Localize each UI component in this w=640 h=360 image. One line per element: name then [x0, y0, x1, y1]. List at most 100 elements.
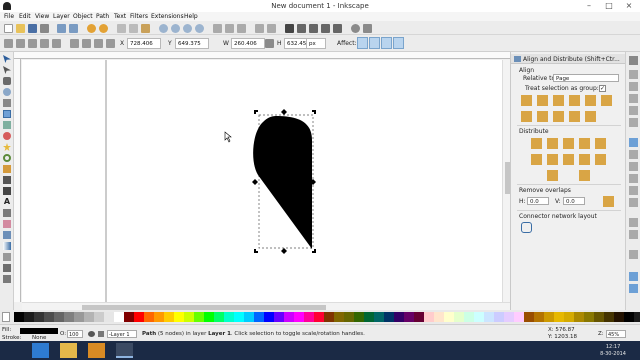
connector-layout-icon[interactable]	[521, 222, 532, 233]
align-bottom-to-top-icon[interactable]	[521, 111, 532, 122]
handle-bottom-right[interactable]	[312, 249, 316, 253]
color-swatch[interactable]	[104, 312, 114, 322]
selector-icon[interactable]	[3, 55, 11, 63]
duplicate-icon[interactable]	[213, 24, 222, 33]
distribute-centers-h-icon[interactable]	[547, 138, 558, 149]
import-icon[interactable]	[57, 24, 66, 33]
color-swatch[interactable]	[304, 312, 314, 322]
zoom-field[interactable]: 45%	[606, 330, 626, 338]
3d-box-icon[interactable]	[3, 121, 11, 129]
minimize-button[interactable]: –	[580, 0, 598, 12]
eraser-icon[interactable]	[3, 220, 11, 228]
color-swatch[interactable]	[534, 312, 544, 322]
menu-edit[interactable]: Edit	[19, 13, 31, 20]
align-bottom-edges-icon[interactable]	[569, 111, 580, 122]
snap-smooth-nodes-icon[interactable]	[629, 186, 638, 195]
color-swatch[interactable]	[234, 312, 244, 322]
color-swatch[interactable]	[554, 312, 564, 322]
color-swatch[interactable]	[294, 312, 304, 322]
save-icon[interactable]	[28, 24, 37, 33]
lock-layer-icon[interactable]	[98, 331, 104, 337]
color-swatch[interactable]	[494, 312, 504, 322]
distribute-left-edges-icon[interactable]	[531, 138, 542, 149]
mesh-icon[interactable]	[3, 253, 11, 261]
paste-icon[interactable]	[141, 24, 150, 33]
snap-intersections-icon[interactable]	[629, 162, 638, 171]
text-icon[interactable]: A	[3, 198, 11, 206]
color-swatch[interactable]	[84, 312, 94, 322]
snap-rotation-centers-icon[interactable]	[629, 230, 638, 239]
start-menu-icon[interactable]	[32, 343, 49, 358]
vertical-scrollbar[interactable]	[502, 60, 510, 302]
color-swatch[interactable]	[284, 312, 294, 322]
color-swatch[interactable]	[14, 312, 24, 322]
scale-corners-toggle[interactable]	[369, 37, 380, 49]
color-swatch[interactable]	[134, 312, 144, 322]
snap-bbox-icon[interactable]	[629, 70, 638, 79]
color-swatch[interactable]	[164, 312, 174, 322]
spray-icon[interactable]	[3, 209, 11, 217]
snap-bbox-edges-icon[interactable]	[629, 82, 638, 91]
color-swatch[interactable]	[474, 312, 484, 322]
selected-path[interactable]	[253, 116, 312, 249]
print-icon[interactable]	[40, 24, 49, 33]
color-swatch[interactable]	[364, 312, 374, 322]
relative-to-select[interactable]: Page	[553, 74, 619, 82]
snap-centers-icon[interactable]	[629, 218, 638, 227]
align-baseline-icon[interactable]	[601, 95, 612, 106]
unit-select[interactable]: px	[306, 38, 326, 49]
select-all-icon[interactable]	[4, 39, 13, 48]
canvas[interactable]	[22, 60, 502, 302]
menu-path[interactable]: Path	[96, 13, 109, 20]
color-swatch[interactable]	[44, 312, 54, 322]
snap-bbox-midpoints-icon[interactable]	[629, 106, 638, 115]
flip-vertical-icon[interactable]	[52, 39, 61, 48]
color-swatch[interactable]	[214, 312, 224, 322]
connector-icon[interactable]	[3, 275, 11, 283]
tweak-icon[interactable]	[3, 77, 11, 85]
hide-layer-icon[interactable]	[88, 331, 95, 337]
vertical-ruler[interactable]	[14, 59, 21, 302]
handle-top-right[interactable]	[312, 110, 316, 114]
align-top-to-bottom-icon[interactable]	[585, 111, 596, 122]
distribute-baselines-v-icon[interactable]	[595, 154, 606, 165]
layers-icon[interactable]	[309, 24, 318, 33]
copy-icon[interactable]	[117, 24, 126, 33]
center-vertical-axis-icon[interactable]	[553, 95, 564, 106]
zoom-width-icon[interactable]	[195, 24, 204, 33]
lower-to-bottom-icon[interactable]	[106, 39, 115, 48]
color-swatch[interactable]	[124, 312, 134, 322]
document-properties-icon[interactable]	[363, 24, 372, 33]
color-swatch[interactable]	[374, 312, 384, 322]
close-button[interactable]: ×	[620, 0, 638, 12]
layer-select[interactable]: -Layer 1	[107, 330, 137, 338]
lower-icon[interactable]	[94, 39, 103, 48]
distribute-right-edges-icon[interactable]	[563, 138, 574, 149]
cut-icon[interactable]	[129, 24, 138, 33]
distribute-baselines-icon[interactable]	[595, 138, 606, 149]
color-swatch[interactable]	[484, 312, 494, 322]
color-swatch[interactable]	[174, 312, 184, 322]
color-swatch[interactable]	[384, 312, 394, 322]
color-swatch[interactable]	[224, 312, 234, 322]
color-swatch[interactable]	[64, 312, 74, 322]
calligraphy-icon[interactable]	[3, 187, 11, 195]
rect-icon[interactable]	[3, 110, 11, 118]
zoom-drawing-icon[interactable]	[171, 24, 180, 33]
color-swatch[interactable]	[354, 312, 364, 322]
align-top-edges-icon[interactable]	[537, 111, 548, 122]
color-swatch[interactable]	[454, 312, 464, 322]
color-swatch[interactable]	[334, 312, 344, 322]
zoom-icon[interactable]	[3, 88, 11, 96]
pen-icon[interactable]	[3, 176, 11, 184]
menu-text[interactable]: Text	[114, 13, 126, 20]
color-swatch[interactable]	[424, 312, 434, 322]
drawing-area[interactable]	[22, 60, 502, 302]
color-swatch[interactable]	[24, 312, 34, 322]
menu-extensions[interactable]: Extensions	[151, 13, 184, 20]
lock-ratio-icon[interactable]	[265, 39, 274, 48]
distribute-top-edges-icon[interactable]	[531, 154, 542, 165]
snap-paths-icon[interactable]	[629, 150, 638, 159]
measure-icon[interactable]	[3, 99, 11, 107]
media-player-icon[interactable]	[88, 343, 105, 358]
